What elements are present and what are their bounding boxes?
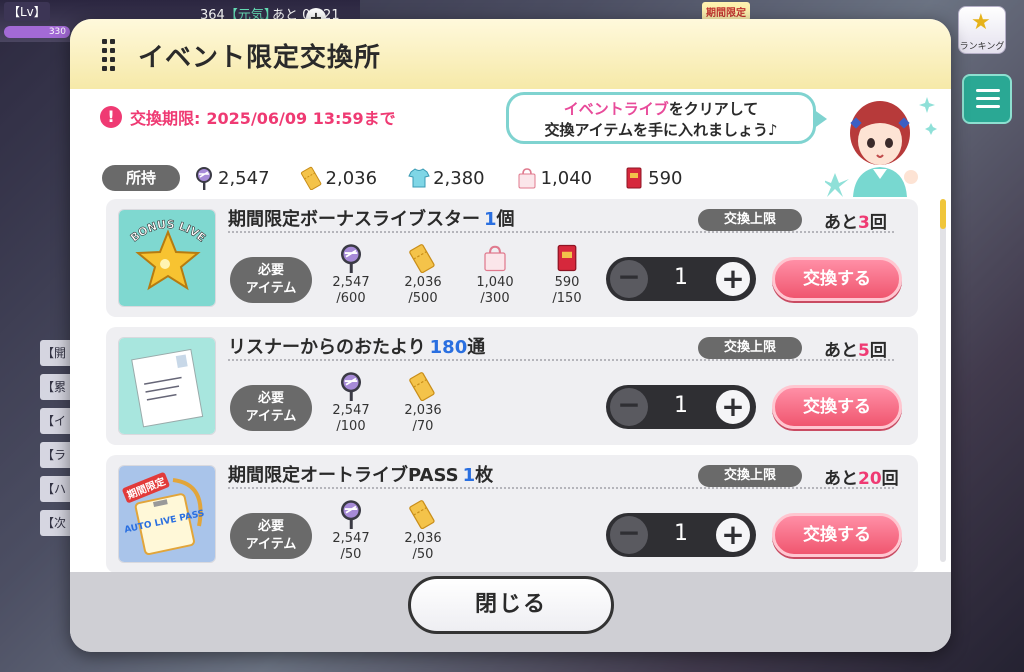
item-name: 期間限定オートライブPASS 1枚 bbox=[228, 465, 494, 486]
requirement-red-book: 590/150 bbox=[536, 243, 598, 307]
drag-grip-icon[interactable] bbox=[102, 39, 116, 71]
background-tab: 【開 bbox=[40, 340, 74, 366]
owned-ticket: 2,036 bbox=[300, 166, 377, 190]
owned-tote-bag: 1,040 bbox=[515, 166, 592, 190]
remaining-count: あと5回 bbox=[824, 341, 887, 361]
modal-header: イベント限定交換所 bbox=[70, 19, 951, 89]
decrease-button[interactable]: − bbox=[610, 388, 648, 426]
ranking-button[interactable]: ★ ランキング bbox=[958, 6, 1006, 54]
exchange-limit-label: 交換上限 bbox=[698, 337, 802, 359]
quantity-stepper: − 1 + bbox=[606, 385, 756, 429]
level-label: 【Lv】 bbox=[4, 2, 50, 21]
owned-label: 所持 bbox=[102, 165, 180, 191]
requirement-uchiwa: 2,547/100 bbox=[320, 371, 382, 435]
exchange-modal: イベント限定交換所 ! 交換期限: 2025/06/09 13:59まで イベン… bbox=[70, 19, 951, 652]
modal-body: ! 交換期限: 2025/06/09 13:59まで イベントライブをクリアして… bbox=[70, 89, 951, 572]
requirement-ticket: 2,036/70 bbox=[392, 371, 454, 435]
owned-items-row: 所持 2,547 2,036 2,380 1,040 590 bbox=[102, 163, 712, 193]
requirement-uchiwa: 2,547/50 bbox=[320, 499, 382, 563]
ranking-label: ランキング bbox=[959, 42, 1005, 52]
remaining-count: あと20回 bbox=[824, 469, 899, 489]
decrease-button[interactable]: − bbox=[610, 260, 648, 298]
increase-button[interactable]: + bbox=[714, 260, 752, 298]
requirement-ticket: 2,036/50 bbox=[392, 499, 454, 563]
mascot-character-icon bbox=[825, 97, 937, 197]
level-progress: 330 bbox=[4, 26, 70, 38]
background-tab: 【次 bbox=[40, 510, 74, 536]
increase-button[interactable]: + bbox=[714, 388, 752, 426]
exchange-item-card: リスナーからのおたより 180通 交換上限 あと5回 必要 アイテム 2,547/1… bbox=[106, 327, 918, 445]
quantity-value: 1 bbox=[674, 265, 688, 290]
required-items-label: 必要 アイテム bbox=[230, 513, 312, 559]
background-tab: 【ラ bbox=[40, 442, 74, 468]
requirement-tote-bag: 1,040/300 bbox=[464, 243, 526, 307]
list-scrollbar[interactable] bbox=[940, 199, 946, 562]
background-tab: 【イ bbox=[40, 408, 74, 434]
requirement-uchiwa: 2,547/600 bbox=[320, 243, 382, 307]
alert-icon: ! bbox=[100, 106, 122, 128]
background-tab: 【累 bbox=[40, 374, 74, 400]
star-icon: ★ bbox=[971, 10, 991, 35]
exchange-button[interactable]: 交換する bbox=[772, 257, 902, 301]
modal-title: イベント限定交換所 bbox=[138, 43, 382, 73]
decrease-button[interactable]: − bbox=[610, 516, 648, 554]
owned-tshirt: 2,380 bbox=[407, 166, 485, 190]
item-name: 期間限定ボーナスライブスター 1個 bbox=[228, 209, 515, 230]
uchiwa-fan-icon bbox=[336, 371, 366, 401]
ticket-icon bbox=[408, 371, 438, 401]
exchange-item-list[interactable]: BONUS LIVE 期間限定ボーナスライブスター 1個 交換上限 あと3回 必要… bbox=[106, 199, 918, 572]
close-button[interactable]: 閉じる bbox=[408, 576, 614, 634]
owned-red-book: 590 bbox=[622, 166, 682, 190]
required-items-label: 必要 アイテム bbox=[230, 385, 312, 431]
requirement-ticket: 2,036/500 bbox=[392, 243, 454, 307]
menu-button[interactable] bbox=[962, 74, 1012, 124]
exchange-item-card: BONUS LIVE 期間限定ボーナスライブスター 1個 交換上限 あと3回 必要… bbox=[106, 199, 918, 317]
background-tabs: 【開 【累 【イ 【ラ 【ハ 【次 bbox=[40, 340, 74, 544]
exchange-limit-label: 交換上限 bbox=[698, 209, 802, 231]
exchange-button[interactable]: 交換する bbox=[772, 513, 902, 557]
owned-uchiwa: 2,547 bbox=[192, 166, 270, 190]
exchange-deadline: ! 交換期限: 2025/06/09 13:59まで bbox=[100, 105, 396, 129]
red-book-icon bbox=[552, 243, 582, 273]
exchange-button[interactable]: 交換する bbox=[772, 385, 902, 429]
modal-footer: 閉じる bbox=[70, 572, 951, 652]
red-book-icon bbox=[622, 166, 646, 190]
uchiwa-fan-icon bbox=[336, 499, 366, 529]
background-tab: 【ハ bbox=[40, 476, 74, 502]
quantity-value: 1 bbox=[674, 521, 688, 546]
ticket-icon bbox=[408, 243, 438, 273]
tote-bag-icon bbox=[480, 243, 510, 273]
deadline-value: 2025/06/09 13:59まで bbox=[206, 109, 396, 128]
uchiwa-fan-icon bbox=[192, 166, 216, 190]
bonus-live-star-icon: BONUS LIVE bbox=[118, 209, 216, 307]
letter-icon bbox=[118, 337, 216, 435]
hint-speech-bubble: イベントライブをクリアして 交換アイテムを手に入れましょう♪ bbox=[506, 92, 827, 144]
exchange-limit-label: 交換上限 bbox=[698, 465, 802, 487]
remaining-count: あと3回 bbox=[824, 213, 887, 233]
required-items-label: 必要 アイテム bbox=[230, 257, 312, 303]
uchiwa-fan-icon bbox=[336, 243, 366, 273]
quantity-stepper: − 1 + bbox=[606, 513, 756, 557]
quantity-stepper: − 1 + bbox=[606, 257, 756, 301]
hamburger-icon bbox=[976, 89, 1000, 92]
tshirt-icon bbox=[407, 166, 431, 190]
auto-live-pass-icon: AUTO LIVE PASS 期間限定 bbox=[118, 465, 216, 563]
exchange-item-card: AUTO LIVE PASS 期間限定 期間限定オートライブPASS 1枚 交換上… bbox=[106, 455, 918, 572]
quantity-value: 1 bbox=[674, 393, 688, 418]
tote-bag-icon bbox=[515, 166, 539, 190]
increase-button[interactable]: + bbox=[714, 516, 752, 554]
item-name: リスナーからのおたより 180通 bbox=[228, 337, 486, 358]
ticket-icon bbox=[408, 499, 438, 529]
ticket-icon bbox=[300, 166, 324, 190]
